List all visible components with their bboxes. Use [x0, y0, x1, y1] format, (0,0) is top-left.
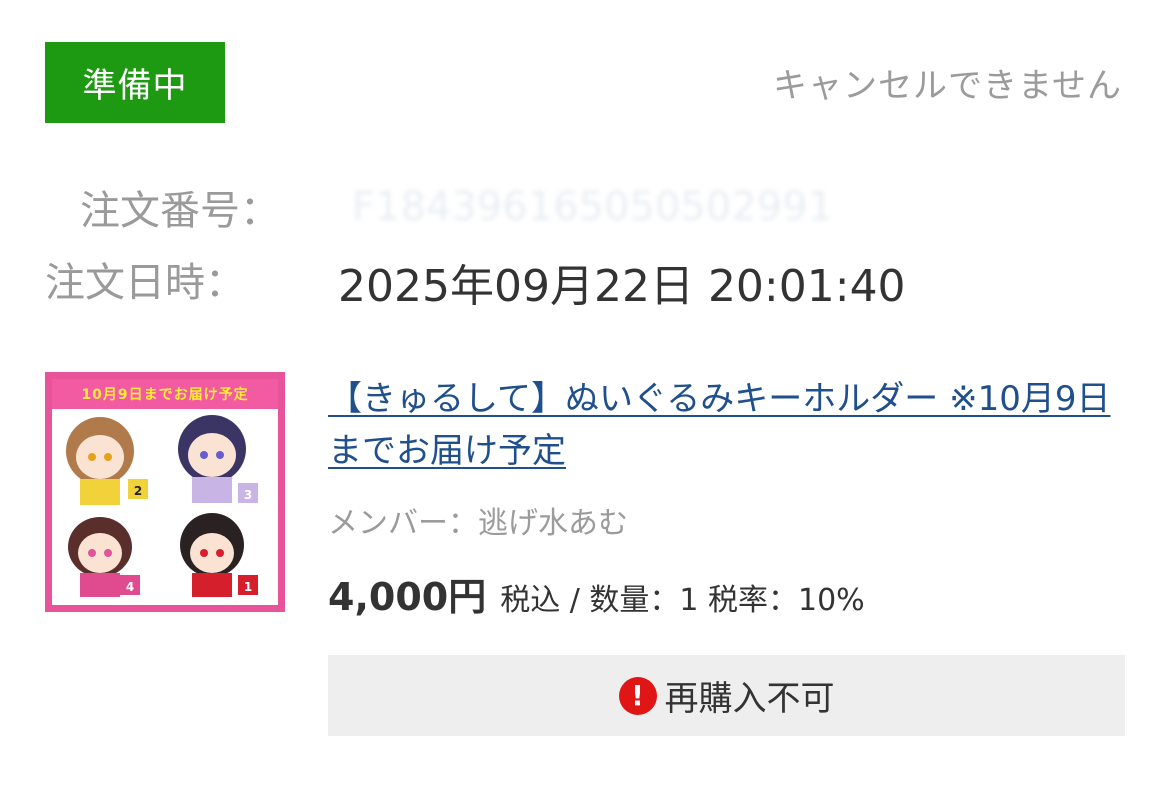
price-row: 4,000円 税込 / 数量：1 税率：10%: [328, 566, 865, 621]
price: 4,000円: [328, 575, 487, 619]
member-row: メンバー：逃げ水あむ: [328, 498, 628, 542]
product-title-link[interactable]: 【きゅるして】ぬいぐるみキーホルダー ※10月9日までお届け予定: [328, 373, 1128, 477]
rebuy-unavailable-button[interactable]: ! 再購入不可: [328, 655, 1125, 736]
order-date-label: 注文日時：: [45, 260, 245, 306]
cancel-unavailable-note: キャンセルできません: [773, 66, 1122, 106]
rebuy-label: 再購入不可: [664, 679, 835, 719]
product-thumbnail-artwork: 10月9日までお届け予定 2 3 4 1: [52, 379, 278, 605]
status-badge: 準備中: [45, 42, 225, 123]
plush-figure-2: 3: [178, 415, 258, 503]
order-date-row: 注文日時：: [45, 250, 245, 308]
order-number-value: F184396165050502991: [352, 184, 834, 230]
member-label: メンバー：: [328, 506, 478, 541]
svg-text:3: 3: [244, 488, 252, 502]
svg-text:1: 1: [244, 580, 252, 594]
alert-circle-icon: !: [618, 676, 657, 715]
thumbnail-banner: 10月9日までお届け予定: [52, 379, 278, 409]
order-number-row: 注文番号： F184396165050502991: [80, 178, 833, 236]
member-value: 逃げ水あむ: [478, 506, 628, 541]
order-date-value: 2025年09月22日 20:01:40: [338, 261, 906, 312]
order-number-label: 注文番号：: [80, 188, 280, 234]
plush-figure-4: 1: [180, 513, 258, 597]
product-thumbnail[interactable]: 10月9日までお届け予定 2 3 4 1: [45, 372, 285, 612]
plush-figure-3: 4: [68, 517, 140, 597]
plush-figures-illustration: 2 3 4 1: [66, 415, 258, 597]
plush-figure-1: 2: [66, 417, 148, 505]
svg-text:2: 2: [134, 484, 142, 498]
price-meta: 税込 / 数量：1 税率：10%: [500, 583, 865, 618]
svg-text:4: 4: [126, 580, 134, 594]
